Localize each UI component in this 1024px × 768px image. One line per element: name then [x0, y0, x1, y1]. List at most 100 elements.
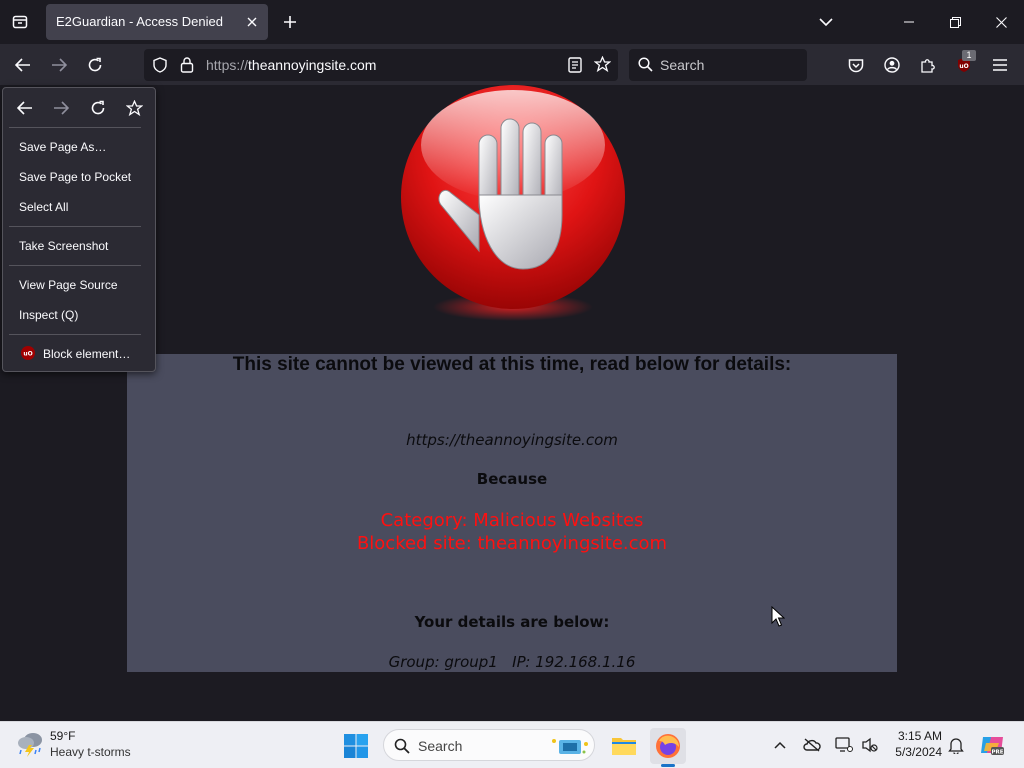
- clock-time[interactable]: 3:15 AM: [896, 729, 942, 743]
- context-forward-button[interactable]: [47, 94, 75, 122]
- tab-active[interactable]: E2Guardian - Access Denied: [46, 4, 268, 40]
- restore-icon: [949, 16, 961, 28]
- context-bookmark-button[interactable]: [120, 94, 148, 122]
- plus-icon: [284, 16, 296, 28]
- arrow-left-icon: [17, 101, 32, 115]
- minimize-button[interactable]: [886, 0, 932, 44]
- firefox-taskbar-button[interactable]: [650, 728, 686, 764]
- account-icon: [884, 57, 900, 73]
- new-tab-button[interactable]: [276, 8, 304, 36]
- url-host: theannoyingsite.com: [248, 57, 377, 73]
- reload-icon: [91, 100, 105, 115]
- menu-item-inspect[interactable]: Inspect (Q): [8, 301, 150, 329]
- copilot-icon: PRE: [981, 737, 1004, 756]
- notifications-button[interactable]: [945, 734, 967, 756]
- clock-date[interactable]: 5/3/2024: [888, 745, 942, 759]
- star-icon: [125, 99, 143, 116]
- context-reload-button[interactable]: [84, 94, 112, 122]
- firefox-view-icon: [12, 15, 28, 29]
- context-menu: Save Page As… Save Page to Pocket Select…: [2, 87, 156, 372]
- menu-item-save-to-pocket[interactable]: Save Page to Pocket: [8, 163, 150, 191]
- folder-icon: [612, 738, 636, 755]
- extensions-button[interactable]: [913, 50, 943, 80]
- firefox-view-button[interactable]: [6, 8, 34, 36]
- network-icon: [835, 737, 853, 752]
- weather-temperature[interactable]: 59°F: [50, 729, 75, 743]
- cloud-off-icon: [803, 738, 821, 752]
- navigation-toolbar: https://theannoyingsite.com Search uO: [0, 44, 1024, 85]
- menu-item-save-page-as[interactable]: Save Page As…: [8, 133, 150, 161]
- close-icon: [247, 17, 257, 27]
- context-back-button[interactable]: [11, 94, 39, 122]
- context-menu-navigation: [3, 88, 155, 128]
- search-bar[interactable]: Search: [629, 49, 807, 81]
- menu-separator: [9, 127, 141, 128]
- minimize-icon: [904, 21, 914, 23]
- arrow-left-icon: [15, 58, 30, 72]
- onedrive-tray-button[interactable]: [801, 734, 823, 756]
- taskbar: 59°F Heavy t-storms Search 3:15 AM 5/3/2…: [0, 721, 1024, 768]
- reload-icon: [88, 57, 102, 72]
- arrow-right-icon: [54, 101, 69, 115]
- tab-title: E2Guardian - Access Denied: [56, 14, 223, 29]
- menu-item-block-element[interactable]: Block element…: [8, 340, 150, 368]
- active-app-indicator: [661, 764, 675, 767]
- hamburger-menu-icon: [993, 59, 1007, 71]
- firefox-icon: [656, 734, 680, 758]
- back-button[interactable]: [8, 50, 38, 80]
- tab-close-button[interactable]: [242, 12, 262, 32]
- volume-tray-button[interactable]: [859, 734, 881, 756]
- chevron-down-icon: [819, 18, 833, 27]
- search-placeholder: Search: [660, 57, 705, 73]
- reload-button[interactable]: [80, 50, 110, 80]
- lock-icon: [180, 57, 194, 73]
- blocked-url: https://theannoyingsite.com: [406, 431, 618, 449]
- svg-text:PRE: PRE: [991, 750, 1003, 756]
- menu-item-take-screenshot[interactable]: Take Screenshot: [8, 232, 150, 260]
- menu-item-select-all[interactable]: Select All: [8, 193, 150, 221]
- group-ip-details: Group: group1 IP: 192.168.1.16: [388, 653, 636, 671]
- forward-button[interactable]: [44, 50, 74, 80]
- menu-button[interactable]: [985, 50, 1015, 80]
- close-icon: [995, 16, 1007, 28]
- url-bar[interactable]: https://theannoyingsite.com: [144, 49, 618, 81]
- svg-text:uO: uO: [959, 63, 968, 70]
- account-button[interactable]: [877, 50, 907, 80]
- pocket-icon: [848, 58, 864, 72]
- taskbar-search[interactable]: Search: [383, 729, 595, 761]
- puzzle-icon: [921, 59, 935, 73]
- file-explorer-button[interactable]: [606, 728, 642, 764]
- weather-description[interactable]: Heavy t-storms: [50, 745, 131, 759]
- mouse-cursor-icon: [771, 606, 785, 627]
- block-heading: This site cannot be viewed at this time,…: [232, 354, 792, 375]
- network-tray-button[interactable]: [833, 734, 855, 756]
- menu-separator: [9, 226, 141, 227]
- tab-bar: E2Guardian - Access Denied: [0, 0, 1024, 44]
- copilot-button[interactable]: PRE: [978, 731, 1006, 759]
- url-text[interactable]: https://theannoyingsite.com: [206, 57, 376, 73]
- blocked-site: Blocked site: theannoyingsite.com: [356, 533, 668, 554]
- restore-button[interactable]: [932, 0, 978, 44]
- shield-icon: [153, 57, 167, 73]
- reader-view-icon[interactable]: [568, 57, 582, 73]
- show-hidden-icons-button[interactable]: [769, 734, 791, 756]
- storm-cloud-icon[interactable]: [17, 731, 45, 757]
- star-icon[interactable]: [594, 56, 611, 73]
- bell-icon: [948, 737, 964, 754]
- list-all-tabs-button[interactable]: [812, 8, 840, 36]
- search-icon: [394, 738, 410, 754]
- menu-separator: [9, 334, 141, 335]
- menu-item-view-page-source[interactable]: View Page Source: [8, 271, 150, 299]
- pocket-button[interactable]: [841, 50, 871, 80]
- stop-hand-icon: [401, 85, 625, 321]
- windows-start-icon[interactable]: [340, 730, 372, 762]
- search-highlight-icon: [552, 739, 588, 754]
- taskbar-search-placeholder: Search: [418, 738, 463, 754]
- search-icon: [638, 57, 653, 72]
- chevron-up-icon: [774, 741, 786, 749]
- arrow-right-icon: [52, 58, 67, 72]
- because-label: Because: [476, 470, 548, 488]
- menu-separator: [9, 265, 141, 266]
- close-window-button[interactable]: [978, 0, 1024, 44]
- volume-muted-icon: [862, 737, 878, 753]
